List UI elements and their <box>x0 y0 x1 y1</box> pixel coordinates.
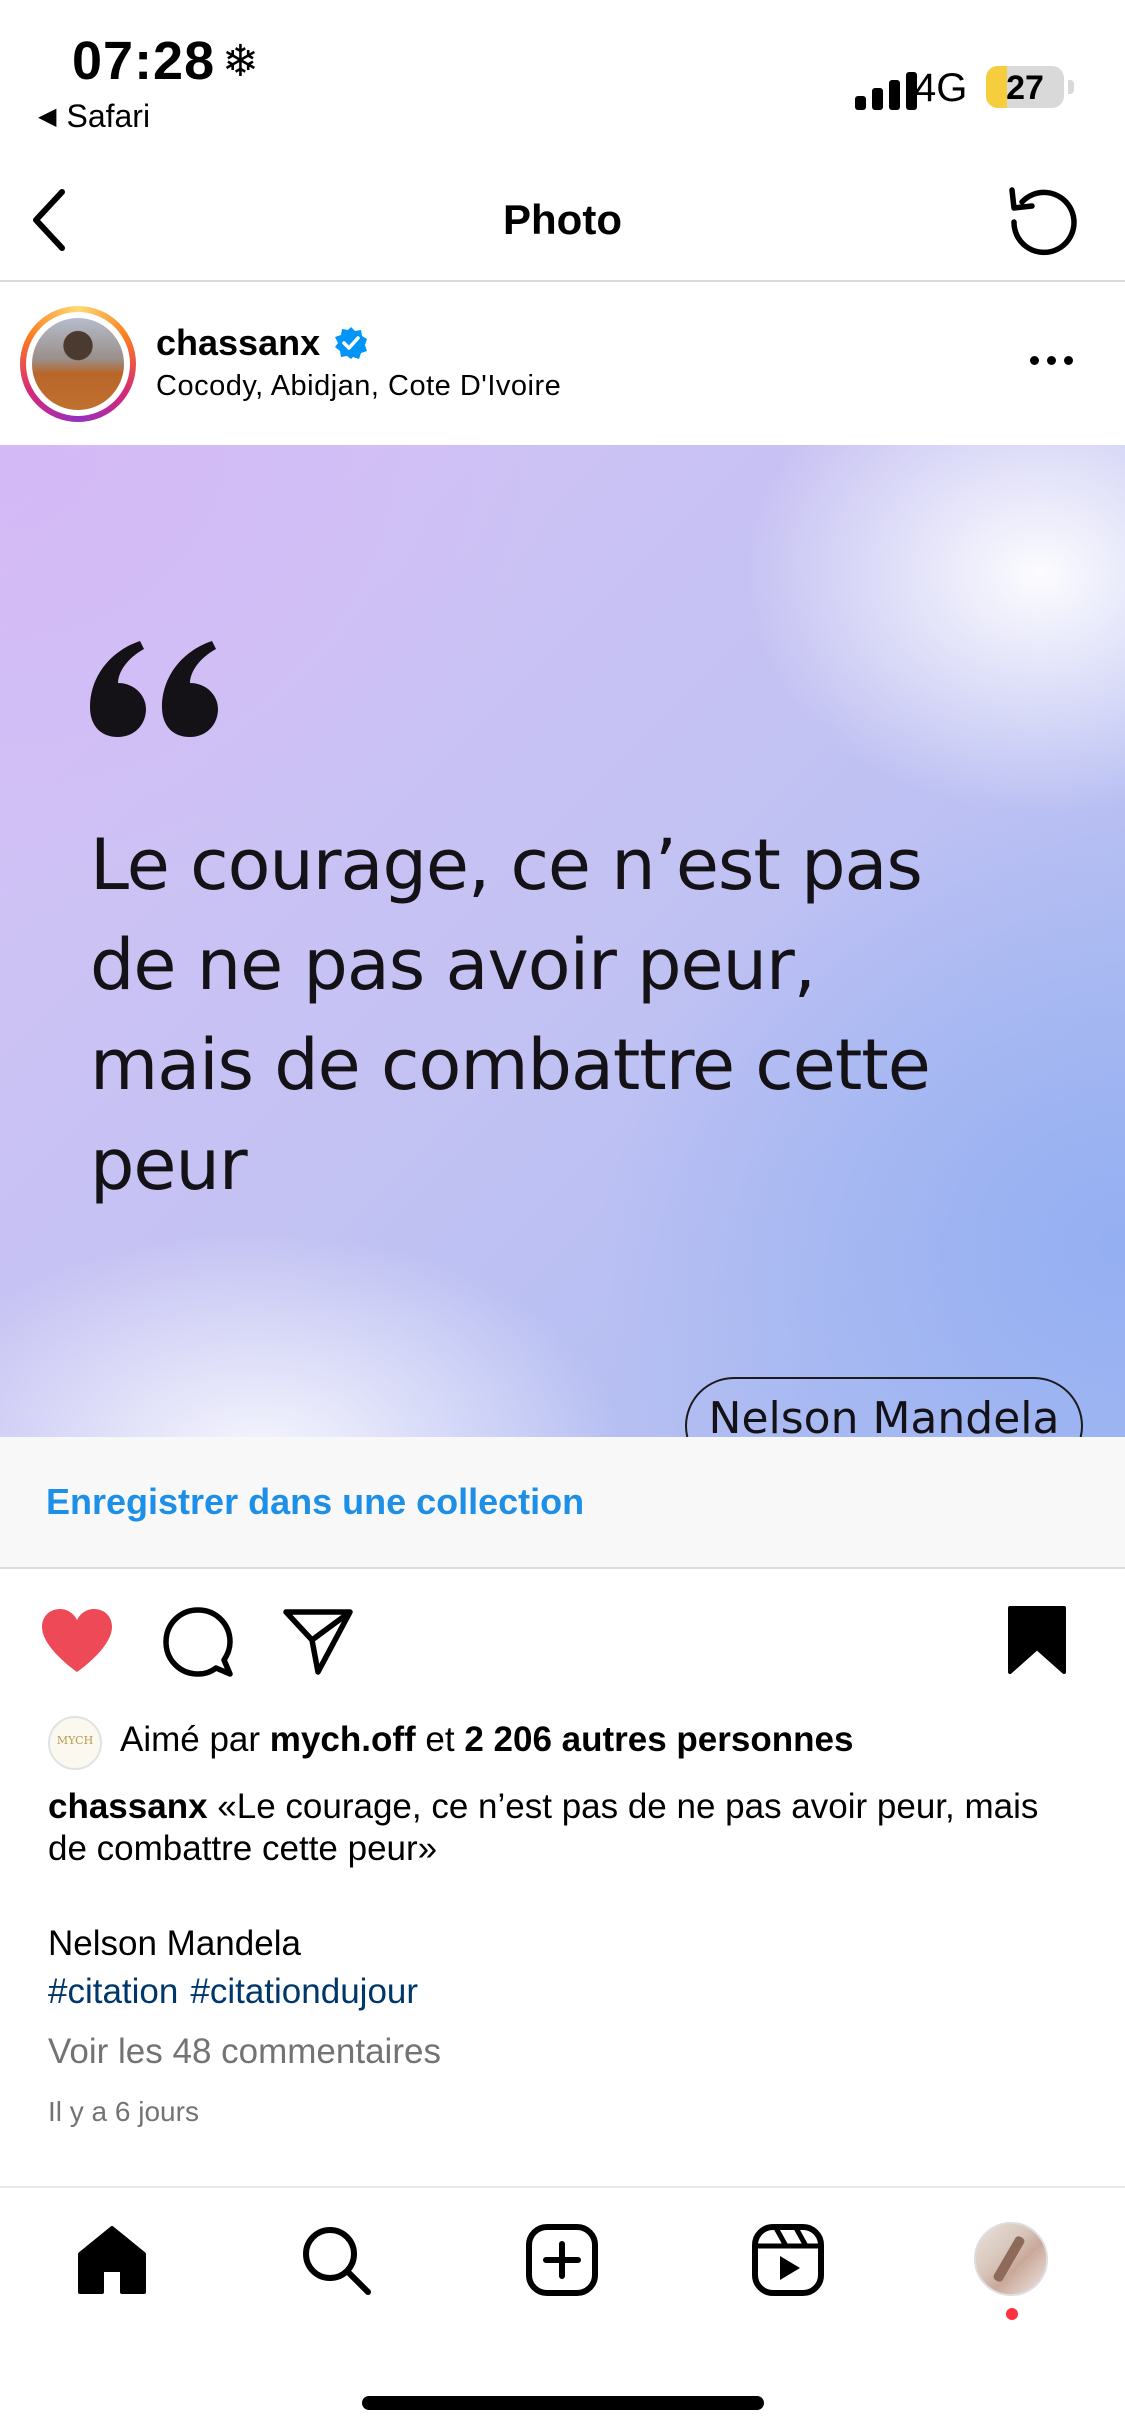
refresh-icon[interactable] <box>1000 176 1084 260</box>
search-icon[interactable] <box>298 2222 374 2298</box>
likes-summary[interactable]: Aimé par mych.off et 2 206 autres person… <box>120 1720 853 1760</box>
comment-icon[interactable] <box>162 1606 234 1678</box>
profile-avatar[interactable] <box>974 2222 1048 2296</box>
quote-mark-icon <box>90 641 218 737</box>
hashtag-link[interactable]: #citation <box>48 1972 178 2011</box>
view-comments-link[interactable]: Voir les 48 commentaires <box>48 2032 441 2072</box>
battery-tip <box>1068 80 1074 94</box>
liked-by-user[interactable]: mych.off <box>270 1720 416 1759</box>
home-indicator <box>362 2396 764 2410</box>
battery-level: 27 <box>1006 69 1044 107</box>
likes-prefix: Aimé par <box>120 1720 261 1759</box>
share-icon[interactable] <box>282 1606 354 1676</box>
notification-dot <box>1006 2308 1018 2320</box>
network-label: 4G <box>914 66 968 110</box>
save-to-collection-link[interactable]: Enregistrer dans une collection <box>46 1481 584 1523</box>
header-divider <box>0 280 1125 282</box>
caption-username[interactable]: chassanx <box>48 1787 208 1826</box>
likes-others[interactable]: 2 206 autres personnes <box>464 1720 853 1759</box>
quote-text: Le courage, ce n’est pas de ne pas avoir… <box>90 824 931 1206</box>
reels-icon[interactable] <box>750 2222 826 2298</box>
tabbar-divider <box>0 2186 1125 2188</box>
snowflake-icon: ❄ <box>222 37 259 86</box>
post-caption: chassanx «Le courage, ce n’est pas de ne… <box>48 1786 1078 1870</box>
home-icon[interactable] <box>74 2222 150 2298</box>
back-triangle-icon: ◀ <box>38 103 57 130</box>
battery-icon: 27 <box>986 66 1064 108</box>
page-title: Photo <box>503 196 622 243</box>
new-post-icon[interactable] <box>524 2222 600 2298</box>
liker-avatar-logo: MYCH <box>56 1734 94 1747</box>
post-location[interactable]: Cocody, Abidjan, Cote D'Ivoire <box>156 370 561 403</box>
like-heart-icon[interactable] <box>40 1608 114 1674</box>
bookmark-icon[interactable] <box>1006 1604 1068 1676</box>
post-timestamp: Il y a 6 jours <box>48 2096 199 2127</box>
quote-author-pill: Nelson Mandela <box>685 1377 1083 1437</box>
back-app-label: Safari <box>66 98 151 134</box>
author-avatar[interactable] <box>20 306 136 422</box>
likes-conjunction: et <box>425 1720 455 1759</box>
quote-author: Nelson Mandela <box>708 1393 1060 1437</box>
signal-icon <box>855 66 917 110</box>
liker-avatar[interactable]: MYCH <box>48 1716 102 1770</box>
save-to-collection-bar: Enregistrer dans une collection <box>0 1437 1125 1569</box>
caption-author: Nelson Mandela <box>48 1924 301 1963</box>
hashtag-link[interactable]: #citationdujour <box>190 1972 418 2011</box>
more-options-icon[interactable] <box>1030 356 1073 365</box>
post-username[interactable]: chassanx <box>156 322 320 364</box>
back-to-safari-link[interactable]: ◀ Safari <box>38 98 150 135</box>
hashtags: #citation #citationdujour <box>48 1972 430 2012</box>
status-time: 07:28 <box>72 31 216 91</box>
verified-badge-icon <box>335 327 367 359</box>
post-image[interactable]: Le courage, ce n’est pas de ne pas avoir… <box>0 445 1125 1437</box>
